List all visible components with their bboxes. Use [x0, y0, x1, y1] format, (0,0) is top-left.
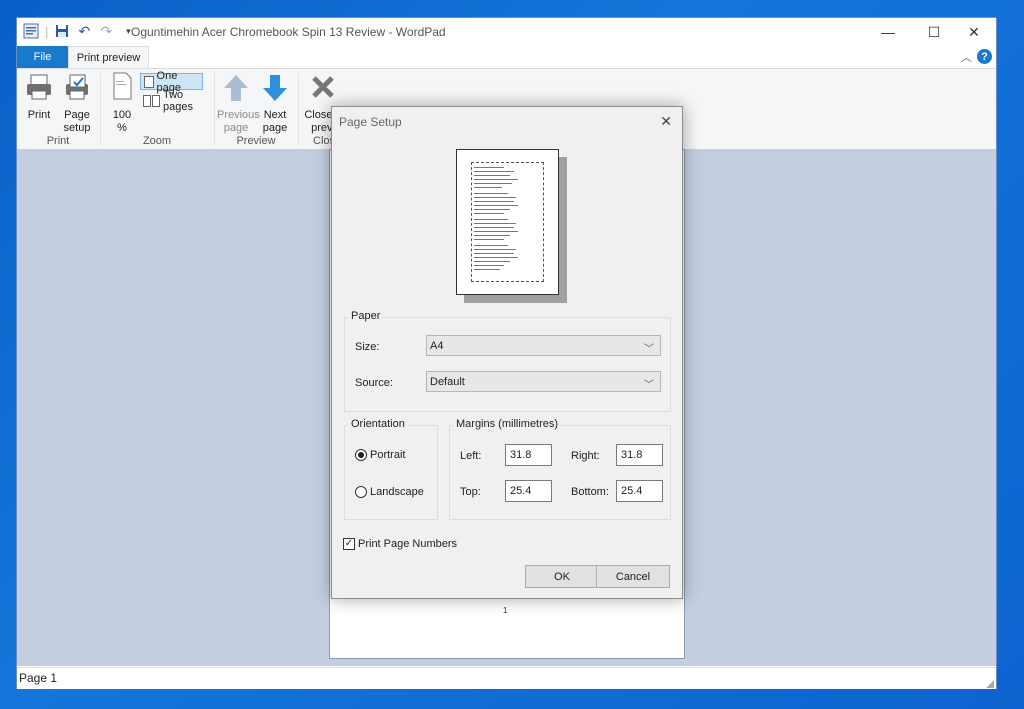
margins-legend: Margins (millimetres): [453, 418, 562, 430]
previous-page-label-1: Previous: [217, 109, 260, 121]
status-bar: Page 1: [17, 667, 996, 689]
previous-page-button[interactable]: Previous page: [217, 73, 260, 135]
page-setup-icon: [66, 74, 88, 100]
paper-sheet: [456, 149, 559, 295]
left-margin-label: Left:: [460, 450, 482, 462]
tab-print-preview[interactable]: Print preview: [68, 46, 149, 68]
wordpad-app-icon: [23, 23, 39, 39]
close-button[interactable]: ✕: [951, 18, 997, 46]
ribbon-separator: [298, 73, 299, 145]
page-setup-label-2: setup: [63, 122, 91, 134]
right-margin-label: Right:: [571, 450, 600, 462]
paper-size-value: A4: [430, 339, 444, 352]
left-margin-field[interactable]: 31.8: [505, 444, 552, 466]
margins-group: Margins (millimetres) Left: 31.8 Right: …: [449, 418, 671, 520]
one-page-button[interactable]: One page: [140, 70, 203, 94]
dialog-close-icon[interactable]: ✕: [660, 113, 672, 130]
paper-preview: [456, 149, 568, 303]
previous-page-label-2: page: [223, 122, 249, 134]
portrait-label: Portrait: [370, 449, 406, 461]
maximize-icon: ☐: [927, 23, 941, 40]
group-label-print: Print: [46, 135, 70, 147]
source-label: Source:: [355, 377, 393, 389]
preview-page-number: 1: [503, 606, 508, 615]
quick-access-toolbar: | ↶ ↷ ▾: [23, 23, 136, 39]
minimize-icon: —: [881, 24, 895, 40]
zoom-100-button[interactable]: 100 %: [107, 71, 137, 135]
help-button[interactable]: ?: [977, 49, 992, 64]
top-margin-field[interactable]: 25.4: [505, 480, 552, 502]
arrow-down-icon: [263, 75, 287, 101]
paper-source-value: Default: [430, 375, 465, 388]
bottom-margin-field[interactable]: 25.4: [616, 480, 663, 502]
chevron-down-icon: ﹀: [644, 380, 654, 391]
redo-icon[interactable]: ↷: [98, 23, 114, 39]
qat-separator: |: [45, 23, 49, 39]
ok-button[interactable]: OK: [525, 565, 599, 588]
window-title: Oguntimehin Acer Chromebook Spin 13 Revi…: [131, 25, 446, 39]
orientation-group: Orientation Portrait Landscape: [344, 418, 438, 520]
next-page-label-1: Next: [263, 109, 287, 121]
one-page-icon: [144, 75, 154, 88]
zoom-percent-label: %: [117, 122, 127, 134]
group-label-preview: Preview: [236, 135, 276, 147]
page-zoom-icon: [113, 72, 132, 100]
next-page-label-2: page: [262, 122, 288, 134]
paper-source-select[interactable]: Default ﹀: [426, 371, 661, 392]
landscape-radio-button[interactable]: [355, 486, 367, 498]
right-margin-field[interactable]: 31.8: [616, 444, 663, 466]
chevron-down-icon: ﹀: [644, 344, 654, 355]
printer-icon: [27, 74, 51, 100]
dialog-title: Page Setup: [339, 115, 402, 129]
collapse-ribbon-icon[interactable]: ︿: [961, 49, 972, 65]
save-icon[interactable]: [54, 23, 70, 39]
bottom-margin-label: Bottom:: [571, 486, 609, 498]
orientation-legend: Orientation: [348, 418, 408, 430]
tab-file[interactable]: File: [17, 46, 68, 68]
print-button[interactable]: Print: [23, 73, 55, 122]
print-page-numbers-checkbox[interactable]: ✓ Print Page Numbers: [343, 538, 457, 550]
page-setup-dialog: Page Setup ✕ Paper Size: A4 ﹀ Source: De…: [331, 106, 683, 599]
two-pages-icon: [143, 94, 160, 107]
resize-grip-icon[interactable]: [986, 677, 994, 688]
cancel-button[interactable]: Cancel: [596, 565, 670, 588]
size-label: Size:: [355, 341, 380, 353]
group-label-zoom: Zoom: [142, 135, 172, 147]
paper-text-lines: [474, 167, 518, 270]
print-page-numbers-label: Print Page Numbers: [358, 538, 458, 550]
title-bar: | ↶ ↷ ▾ Oguntimehin Acer Chromebook Spin…: [17, 18, 996, 46]
paper-legend: Paper: [348, 310, 384, 322]
ribbon-tabs: File Print preview ︿ ?: [17, 46, 996, 68]
checkbox-checked-icon[interactable]: ✓: [343, 538, 355, 550]
page-setup-button[interactable]: Page setup: [59, 73, 95, 135]
two-pages-button[interactable]: Two pages: [140, 89, 213, 113]
status-page-indicator: Page 1: [19, 671, 58, 685]
portrait-radio[interactable]: Portrait: [355, 449, 405, 461]
top-margin-label: Top:: [460, 486, 481, 498]
next-page-button[interactable]: Next page: [259, 73, 291, 135]
print-label: Print: [27, 109, 51, 121]
close-icon: ✕: [968, 23, 980, 40]
paper-group: Paper Size: A4 ﹀ Source: Default ﹀: [344, 310, 671, 412]
minimize-button[interactable]: —: [865, 18, 911, 46]
landscape-label: Landscape: [370, 486, 424, 498]
zoom-100-label: 100: [112, 109, 132, 121]
portrait-radio-button[interactable]: [355, 449, 367, 461]
paper-size-select[interactable]: A4 ﹀: [426, 335, 661, 356]
two-pages-label: Two pages: [163, 88, 193, 113]
paper-margin-outline: [471, 162, 544, 282]
undo-icon[interactable]: ↶: [76, 23, 92, 39]
landscape-radio[interactable]: Landscape: [355, 486, 424, 498]
page-setup-label-1: Page: [64, 109, 90, 121]
arrow-up-icon: [224, 75, 248, 101]
close-x-icon: [312, 76, 334, 98]
